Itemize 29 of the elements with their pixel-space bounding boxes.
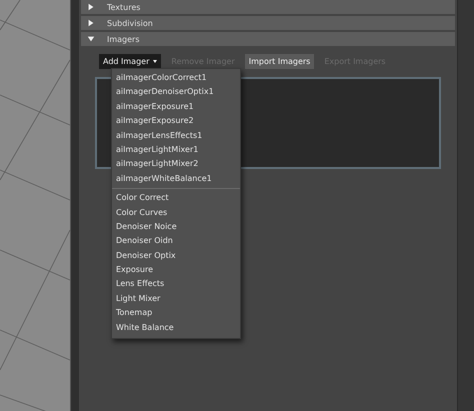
section-title: Textures (107, 2, 140, 12)
section-title: Imagers (107, 34, 140, 44)
section-title: Subdivision (107, 18, 153, 28)
menu-item[interactable]: Light Mixer (112, 292, 240, 306)
section-header[interactable]: Textures (81, 0, 455, 14)
menu-item[interactable]: aiImagerExposure1 (112, 100, 240, 114)
menu-item[interactable]: Lens Effects (112, 277, 240, 292)
section-header[interactable]: Imagers (81, 32, 455, 46)
menu-item[interactable]: aiImagerLensEffects1 (112, 128, 240, 143)
toolbar-button[interactable]: Import Imagers (244, 54, 314, 69)
caret-icon (153, 60, 158, 63)
expanded-triangle-icon (87, 35, 95, 43)
menu-item[interactable]: aiImagerColorCorrect1 (112, 71, 240, 86)
menu-item[interactable]: Color Correct (112, 191, 240, 206)
menu-item[interactable]: Exposure (112, 263, 240, 278)
dropdown-button[interactable]: Add Imager (99, 54, 162, 69)
menu-item[interactable]: Denoiser Optix (112, 248, 240, 264)
menu-item[interactable]: aiImagerLightMixer2 (112, 157, 240, 172)
menu-item[interactable]: aiImagerDenoiserOptix1 (112, 85, 240, 100)
menu-item[interactable]: Denoiser Noice (112, 220, 240, 234)
menu-item[interactable]: White Balance (112, 320, 240, 336)
menu-item[interactable]: aiImagerExposure2 (112, 114, 240, 129)
menu-item[interactable]: aiImagerLightMixer1 (112, 142, 240, 158)
menu-item[interactable]: Denoiser Oidn (112, 234, 240, 249)
menu-item[interactable]: Tonemap (112, 306, 240, 321)
menu-item[interactable]: Color Curves (112, 206, 240, 220)
section-header[interactable]: Subdivision (81, 16, 455, 30)
menu-item[interactable]: aiImagerWhiteBalance1 (112, 172, 240, 186)
scroll-bar[interactable] (457, 0, 474, 411)
